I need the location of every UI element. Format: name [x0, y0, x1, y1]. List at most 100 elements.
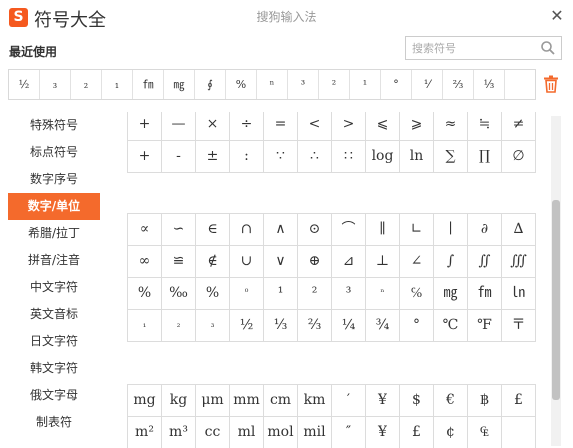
symbol-cell[interactable] — [502, 417, 536, 448]
recent-symbol-cell[interactable]: ∮ — [195, 70, 226, 99]
symbol-cell[interactable]: ∥ — [366, 214, 400, 246]
symbol-cell[interactable]: : — [230, 141, 264, 173]
symbol-cell[interactable]: ㏑ — [502, 278, 536, 310]
sidebar-category-item[interactable]: 英文音标 — [8, 301, 100, 328]
symbol-cell[interactable]: ∽ — [162, 214, 196, 246]
symbol-cell[interactable]: ⊕ — [298, 246, 332, 278]
symbol-cell[interactable]: ln — [400, 141, 434, 173]
symbol-cell[interactable]: £ — [502, 385, 536, 417]
symbol-cell[interactable]: ₃ — [196, 310, 230, 342]
symbol-cell[interactable]: ₂ — [162, 310, 196, 342]
trash-icon[interactable] — [543, 75, 559, 93]
symbol-cell[interactable]: log — [366, 141, 400, 173]
symbol-cell[interactable]: ∞ — [128, 246, 162, 278]
symbol-cell[interactable]: ¹ — [264, 278, 298, 310]
symbol-cell[interactable]: ∵ — [264, 141, 298, 173]
symbol-cell[interactable]: mol — [264, 417, 298, 448]
symbol-cell[interactable]: km — [298, 385, 332, 417]
symbol-cell[interactable]: ≌ — [162, 246, 196, 278]
symbol-cell[interactable]: ″ — [332, 417, 366, 448]
search-box[interactable] — [405, 36, 562, 60]
symbol-cell[interactable]: ∣ — [434, 214, 468, 246]
recent-symbol-cell[interactable]: ⅟ — [412, 70, 443, 99]
symbol-cell[interactable]: ¾ — [366, 310, 400, 342]
symbol-cell[interactable]: ∅ — [502, 141, 536, 173]
scrollbar-thumb[interactable] — [552, 200, 560, 400]
symbol-cell[interactable]: ³ — [332, 278, 366, 310]
sidebar-category-item[interactable]: 拼音/注音 — [8, 247, 100, 274]
recent-symbol-cell[interactable]: ³ — [288, 70, 319, 99]
symbol-cell[interactable]: ° — [400, 310, 434, 342]
symbol-cell[interactable]: ∉ — [196, 246, 230, 278]
symbol-cell[interactable]: ⊙ — [298, 214, 332, 246]
symbol-cell[interactable]: + — [128, 141, 162, 173]
symbol-cell[interactable]: ⊿ — [332, 246, 366, 278]
symbol-cell[interactable]: ¼ — [332, 310, 366, 342]
symbol-cell[interactable]: μm — [196, 385, 230, 417]
symbol-cell[interactable]: ㎎ — [434, 278, 468, 310]
symbol-cell[interactable]: ⊥ — [366, 246, 400, 278]
symbol-cell[interactable]: kg — [162, 385, 196, 417]
recent-symbol-cell[interactable]: ㎙ — [133, 70, 164, 99]
symbol-cell[interactable]: ′ — [332, 385, 366, 417]
symbol-cell[interactable]: ∑ — [434, 141, 468, 173]
symbol-cell[interactable]: ∨ — [264, 246, 298, 278]
symbol-cell[interactable]: ℉ — [468, 310, 502, 342]
symbol-cell[interactable]: × — [196, 112, 230, 141]
symbol-cell[interactable]: ÷ — [230, 112, 264, 141]
sidebar-category-item[interactable]: 中文字符 — [8, 274, 100, 301]
sidebar-category-item[interactable]: 希腊/拉丁 — [8, 220, 100, 247]
symbol-cell[interactable]: = — [264, 112, 298, 141]
symbol-cell[interactable]: mil — [298, 417, 332, 448]
sidebar-category-item[interactable]: 标点符号 — [8, 139, 100, 166]
recent-symbol-cell[interactable]: ₂ — [71, 70, 102, 99]
symbol-cell[interactable]: ≒ — [468, 112, 502, 141]
symbol-cell[interactable]: ∴ — [298, 141, 332, 173]
symbol-cell[interactable]: % — [128, 278, 162, 310]
recent-symbol-cell[interactable] — [505, 70, 535, 99]
search-icon[interactable] — [540, 40, 556, 56]
symbol-cell[interactable]: ± — [196, 141, 230, 173]
symbol-cell[interactable]: ⌒ — [332, 214, 366, 246]
symbol-cell[interactable]: + — [128, 112, 162, 141]
symbol-cell[interactable]: € — [434, 385, 468, 417]
symbol-cell[interactable]: cc — [196, 417, 230, 448]
symbol-cell[interactable]: ¥ — [366, 417, 400, 448]
symbol-cell[interactable]: $ — [400, 385, 434, 417]
symbol-cell[interactable]: cm — [264, 385, 298, 417]
symbol-cell[interactable]: ㎙ — [468, 278, 502, 310]
scrollbar[interactable] — [551, 116, 561, 446]
symbol-cell[interactable]: ∬ — [468, 246, 502, 278]
symbol-cell[interactable]: ∪ — [230, 246, 264, 278]
sidebar-category-item[interactable]: 俄文字母 — [8, 382, 100, 409]
symbol-cell[interactable]: ∆ — [502, 214, 536, 246]
search-input[interactable] — [412, 40, 537, 56]
symbol-cell[interactable]: ≈ — [434, 112, 468, 141]
sidebar-category-item[interactable]: 特殊符号 — [8, 112, 100, 139]
symbol-cell[interactable]: ⅔ — [298, 310, 332, 342]
symbol-cell[interactable]: mg — [128, 385, 162, 417]
symbol-cell[interactable]: ½ — [230, 310, 264, 342]
symbol-cell[interactable]: ∟ — [400, 214, 434, 246]
symbol-cell[interactable]: ¢ — [434, 417, 468, 448]
symbol-cell[interactable]: £ — [400, 417, 434, 448]
sidebar-category-item[interactable]: 制表符 — [8, 409, 100, 436]
recent-symbol-cell[interactable]: ₁ — [102, 70, 133, 99]
symbol-cell[interactable]: ml — [230, 417, 264, 448]
sidebar-category-item[interactable]: 数字/单位 — [8, 193, 100, 220]
symbol-cell[interactable]: 〒 — [502, 310, 536, 342]
symbol-cell[interactable]: ¥ — [366, 385, 400, 417]
sidebar-category-item[interactable]: 数字序号 — [8, 166, 100, 193]
symbol-cell[interactable]: ℃ — [434, 310, 468, 342]
sidebar-category-item[interactable]: 韩文字符 — [8, 355, 100, 382]
symbol-cell[interactable]: % — [196, 278, 230, 310]
sidebar-category-item[interactable]: 日文字符 — [8, 328, 100, 355]
close-button[interactable]: ✕ — [547, 6, 567, 26]
symbol-cell[interactable]: ∠ — [400, 246, 434, 278]
recent-symbol-cell[interactable]: ¹ — [350, 70, 381, 99]
symbol-cell[interactable]: ∧ — [264, 214, 298, 246]
symbol-cell[interactable]: — — [162, 112, 196, 141]
symbol-cell[interactable]: ⁰ — [230, 278, 264, 310]
recent-symbol-cell[interactable]: ⅔ — [443, 70, 474, 99]
symbol-cell[interactable]: ∏ — [468, 141, 502, 173]
